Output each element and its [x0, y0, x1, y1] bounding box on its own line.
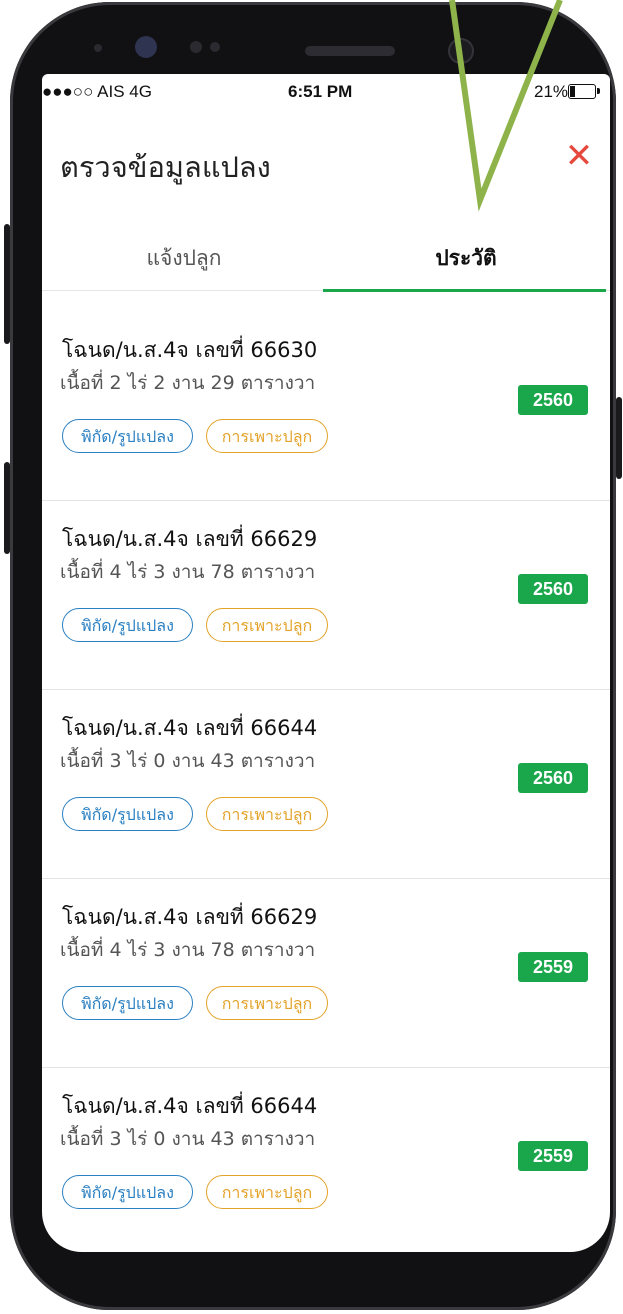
- deed-title: โฉนด/น.ส.4จ เลขที่ 66644: [62, 716, 318, 740]
- battery-percent: 21%: [534, 82, 569, 101]
- planting-button[interactable]: การเพาะปลูก: [206, 797, 328, 831]
- side-button: [4, 462, 10, 554]
- front-camera: [135, 36, 157, 58]
- deed-area: เนื้อที่ 4 ไร่ 3 งาน 78 ตารางวา: [60, 561, 316, 583]
- planting-button[interactable]: การเพาะปลูก: [206, 986, 328, 1020]
- list-item[interactable]: โฉนด/น.ส.4จ เลขที่ 66630 เนื้อที่ 2 ไร่ …: [42, 312, 610, 501]
- location-button[interactable]: พิกัด/รูปแปลง: [62, 1175, 193, 1209]
- active-tab-indicator: [323, 289, 606, 292]
- tab-notify-planting[interactable]: แจ้งปลูก: [42, 242, 326, 275]
- page-title: ตรวจข้อมูลแปลง: [60, 150, 271, 184]
- list-item[interactable]: โฉนด/น.ส.4จ เลขที่ 66629 เนื้อที่ 4 ไร่ …: [42, 879, 610, 1068]
- sensor-dot: [94, 44, 102, 52]
- earpiece-speaker: [305, 46, 395, 56]
- sensor-dot: [210, 42, 220, 52]
- side-button: [616, 397, 622, 479]
- status-time: 6:51 PM: [288, 82, 353, 101]
- close-icon[interactable]: ✕: [563, 139, 595, 173]
- deed-area: เนื้อที่ 3 ไร่ 0 งาน 43 ตารางวา: [60, 750, 316, 772]
- tab-history[interactable]: ประวัติ: [326, 242, 606, 275]
- location-button[interactable]: พิกัด/รูปแปลง: [62, 419, 193, 453]
- sensor-dot: [190, 41, 202, 53]
- deed-area: เนื้อที่ 3 ไร่ 0 งาน 43 ตารางวา: [60, 1128, 316, 1150]
- planting-button[interactable]: การเพาะปลูก: [206, 1175, 328, 1209]
- location-button[interactable]: พิกัด/รูปแปลง: [62, 608, 193, 642]
- list-item[interactable]: โฉนด/น.ส.4จ เลขที่ 66644 เนื้อที่ 3 ไร่ …: [42, 690, 610, 879]
- side-button: [4, 224, 10, 344]
- battery-icon: [568, 84, 600, 99]
- year-badge: 2560: [518, 385, 588, 415]
- planting-button[interactable]: การเพาะปลูก: [206, 419, 328, 453]
- deed-title: โฉนด/น.ส.4จ เลขที่ 66630: [62, 338, 318, 362]
- year-badge: 2559: [518, 952, 588, 982]
- app-screen: ●●●○○ AIS 4G 6:51 PM 21% ตรวจข้อมูลแปลง …: [42, 74, 610, 1252]
- deed-area: เนื้อที่ 4 ไร่ 3 งาน 78 ตารางวา: [60, 939, 316, 961]
- list-item[interactable]: โฉนด/น.ส.4จ เลขที่ 66629 เนื้อที่ 4 ไร่ …: [42, 501, 610, 690]
- phone-frame: ●●●○○ AIS 4G 6:51 PM 21% ตรวจข้อมูลแปลง …: [4, 2, 622, 1310]
- year-badge: 2560: [518, 574, 588, 604]
- year-badge: 2559: [518, 1141, 588, 1171]
- deed-title: โฉนด/น.ส.4จ เลขที่ 66629: [62, 905, 318, 929]
- camera-lens: [448, 38, 474, 64]
- deed-title: โฉนด/น.ส.4จ เลขที่ 66644: [62, 1094, 318, 1118]
- location-button[interactable]: พิกัด/รูปแปลง: [62, 986, 193, 1020]
- tab-bar: แจ้งปลูก ประวัติ: [42, 224, 610, 294]
- location-button[interactable]: พิกัด/รูปแปลง: [62, 797, 193, 831]
- deed-title: โฉนด/น.ส.4จ เลขที่ 66629: [62, 527, 318, 551]
- list-item[interactable]: โฉนด/น.ส.4จ เลขที่ 66644 เนื้อที่ 3 ไร่ …: [42, 1068, 610, 1252]
- carrier-label: ●●●○○ AIS 4G: [42, 82, 152, 101]
- year-badge: 2560: [518, 763, 588, 793]
- status-bar: ●●●○○ AIS 4G 6:51 PM 21%: [42, 74, 610, 110]
- planting-button[interactable]: การเพาะปลูก: [206, 608, 328, 642]
- deed-area: เนื้อที่ 2 ไร่ 2 งาน 29 ตารางวา: [60, 372, 316, 394]
